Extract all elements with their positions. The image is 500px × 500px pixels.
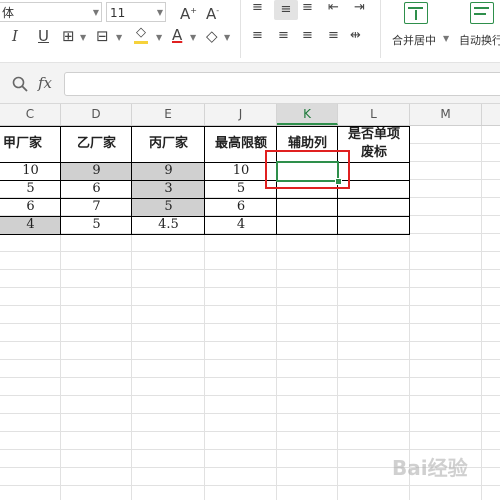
table-border xyxy=(0,126,410,127)
ribbon-toolbar: 体 ▼ 11 ▼ A+ A- I U ⊞ ▼ ⊟ ▼ ◇ ▼ A ▼ ◇ ▼ ≡… xyxy=(0,0,500,62)
decrease-font-icon[interactable]: A- xyxy=(206,1,219,24)
table-cell[interactable]: 5 xyxy=(0,180,61,198)
chevron-down-icon[interactable]: ▼ xyxy=(190,33,196,42)
annotation-highlight-box xyxy=(265,150,350,189)
indent-increase-icon[interactable]: ⇥ xyxy=(354,0,365,18)
table-border xyxy=(0,234,410,235)
indent-decrease-icon[interactable]: ⇤ xyxy=(328,0,339,18)
merge-cells-icon[interactable]: ⊟ xyxy=(96,26,109,46)
column-header-e[interactable]: E xyxy=(132,104,205,125)
header-line: 是否单项 xyxy=(347,127,400,142)
table-cell[interactable]: 3 xyxy=(132,180,205,198)
border-icon[interactable]: ⊞ xyxy=(62,26,75,46)
column-header-l[interactable]: L xyxy=(338,104,410,125)
font-name-value: 体 xyxy=(2,6,15,20)
column-header-next[interactable] xyxy=(482,104,500,125)
chevron-down-icon[interactable]: ▼ xyxy=(156,33,162,42)
table-cell[interactable]: 4.5 xyxy=(132,216,205,234)
header-cell[interactable]: 乙厂家 xyxy=(61,126,132,162)
table-cell[interactable]: 4 xyxy=(0,216,61,234)
justify-icon[interactable]: ≡ xyxy=(328,26,339,46)
table-cell[interactable] xyxy=(338,198,410,216)
grid-line xyxy=(481,126,482,500)
table-cell[interactable]: 6 xyxy=(0,198,61,216)
ribbon-divider xyxy=(240,0,241,58)
table-cell[interactable]: 5 xyxy=(61,216,132,234)
table-cell[interactable]: 10 xyxy=(0,162,61,180)
table-border xyxy=(0,198,410,199)
search-icon[interactable] xyxy=(12,76,28,92)
table-border xyxy=(131,126,132,235)
fx-icon[interactable]: fx xyxy=(38,74,52,92)
align-top-icon[interactable]: ≡ xyxy=(252,0,263,18)
font-size-select[interactable]: 11 ▼ xyxy=(106,2,166,22)
chevron-down-icon[interactable]: ▼ xyxy=(224,33,230,42)
table-cell[interactable]: 9 xyxy=(61,162,132,180)
font-name-select[interactable]: 体 ▼ xyxy=(0,2,102,22)
wrap-text-icon[interactable] xyxy=(470,2,494,24)
align-center-icon[interactable]: ≡ xyxy=(278,26,289,46)
table-cell[interactable]: 6 xyxy=(61,180,132,198)
table-border xyxy=(0,216,410,217)
formula-bar: fx xyxy=(0,62,500,104)
table-cell[interactable]: 7 xyxy=(61,198,132,216)
italic-icon[interactable]: I xyxy=(12,26,18,46)
eraser-icon[interactable]: ◇ xyxy=(206,26,218,46)
chevron-down-icon[interactable]: ▼ xyxy=(443,34,449,43)
header-cell[interactable]: 丙厂家 xyxy=(132,126,205,162)
chevron-down-icon[interactable]: ▼ xyxy=(116,33,122,42)
chevron-down-icon[interactable]: ▼ xyxy=(80,33,86,42)
increase-font-icon[interactable]: A+ xyxy=(180,1,197,24)
font-size-value: 11 xyxy=(110,6,126,20)
watermark: Bai经验 xyxy=(392,456,468,480)
merge-center-icon[interactable] xyxy=(404,2,428,24)
column-headers: C D E J K L M xyxy=(0,104,500,126)
table-border xyxy=(60,126,61,235)
wrap-text-button[interactable]: 自动换行 xyxy=(459,32,500,48)
distribute-icon[interactable]: ⇹ xyxy=(350,26,361,46)
table-cell[interactable] xyxy=(338,216,410,234)
merge-center-button[interactable]: 合并居中 xyxy=(392,32,436,48)
table-cell[interactable]: 9 xyxy=(132,162,205,180)
table-cell[interactable]: 4 xyxy=(205,216,277,234)
column-header-m[interactable]: M xyxy=(410,104,482,125)
chevron-down-icon: ▼ xyxy=(92,8,99,17)
chevron-down-icon: ▼ xyxy=(156,8,163,17)
column-header-c[interactable]: C xyxy=(0,104,61,125)
table-border xyxy=(409,126,410,235)
align-middle-icon[interactable]: ≡ xyxy=(274,0,298,20)
align-right-icon[interactable]: ≡ xyxy=(302,26,313,46)
table-cell[interactable]: 6 xyxy=(205,198,277,216)
align-left-icon[interactable]: ≡ xyxy=(252,26,263,46)
table-cell[interactable] xyxy=(277,198,338,216)
column-header-j[interactable]: J xyxy=(205,104,277,125)
ribbon-divider xyxy=(380,0,381,58)
font-color-icon[interactable]: A xyxy=(172,25,182,45)
header-cell[interactable]: 甲厂家 xyxy=(0,126,61,162)
align-bottom-icon[interactable]: ≡ xyxy=(302,0,313,18)
underline-icon[interactable]: U xyxy=(38,26,49,46)
table-cell[interactable] xyxy=(277,216,338,234)
column-header-k[interactable]: K xyxy=(277,104,338,125)
formula-input[interactable] xyxy=(64,72,500,96)
paint-bucket-icon: ◇ xyxy=(136,25,146,40)
column-header-d[interactable]: D xyxy=(61,104,132,125)
table-border xyxy=(204,126,205,235)
table-cell[interactable]: 5 xyxy=(132,198,205,216)
